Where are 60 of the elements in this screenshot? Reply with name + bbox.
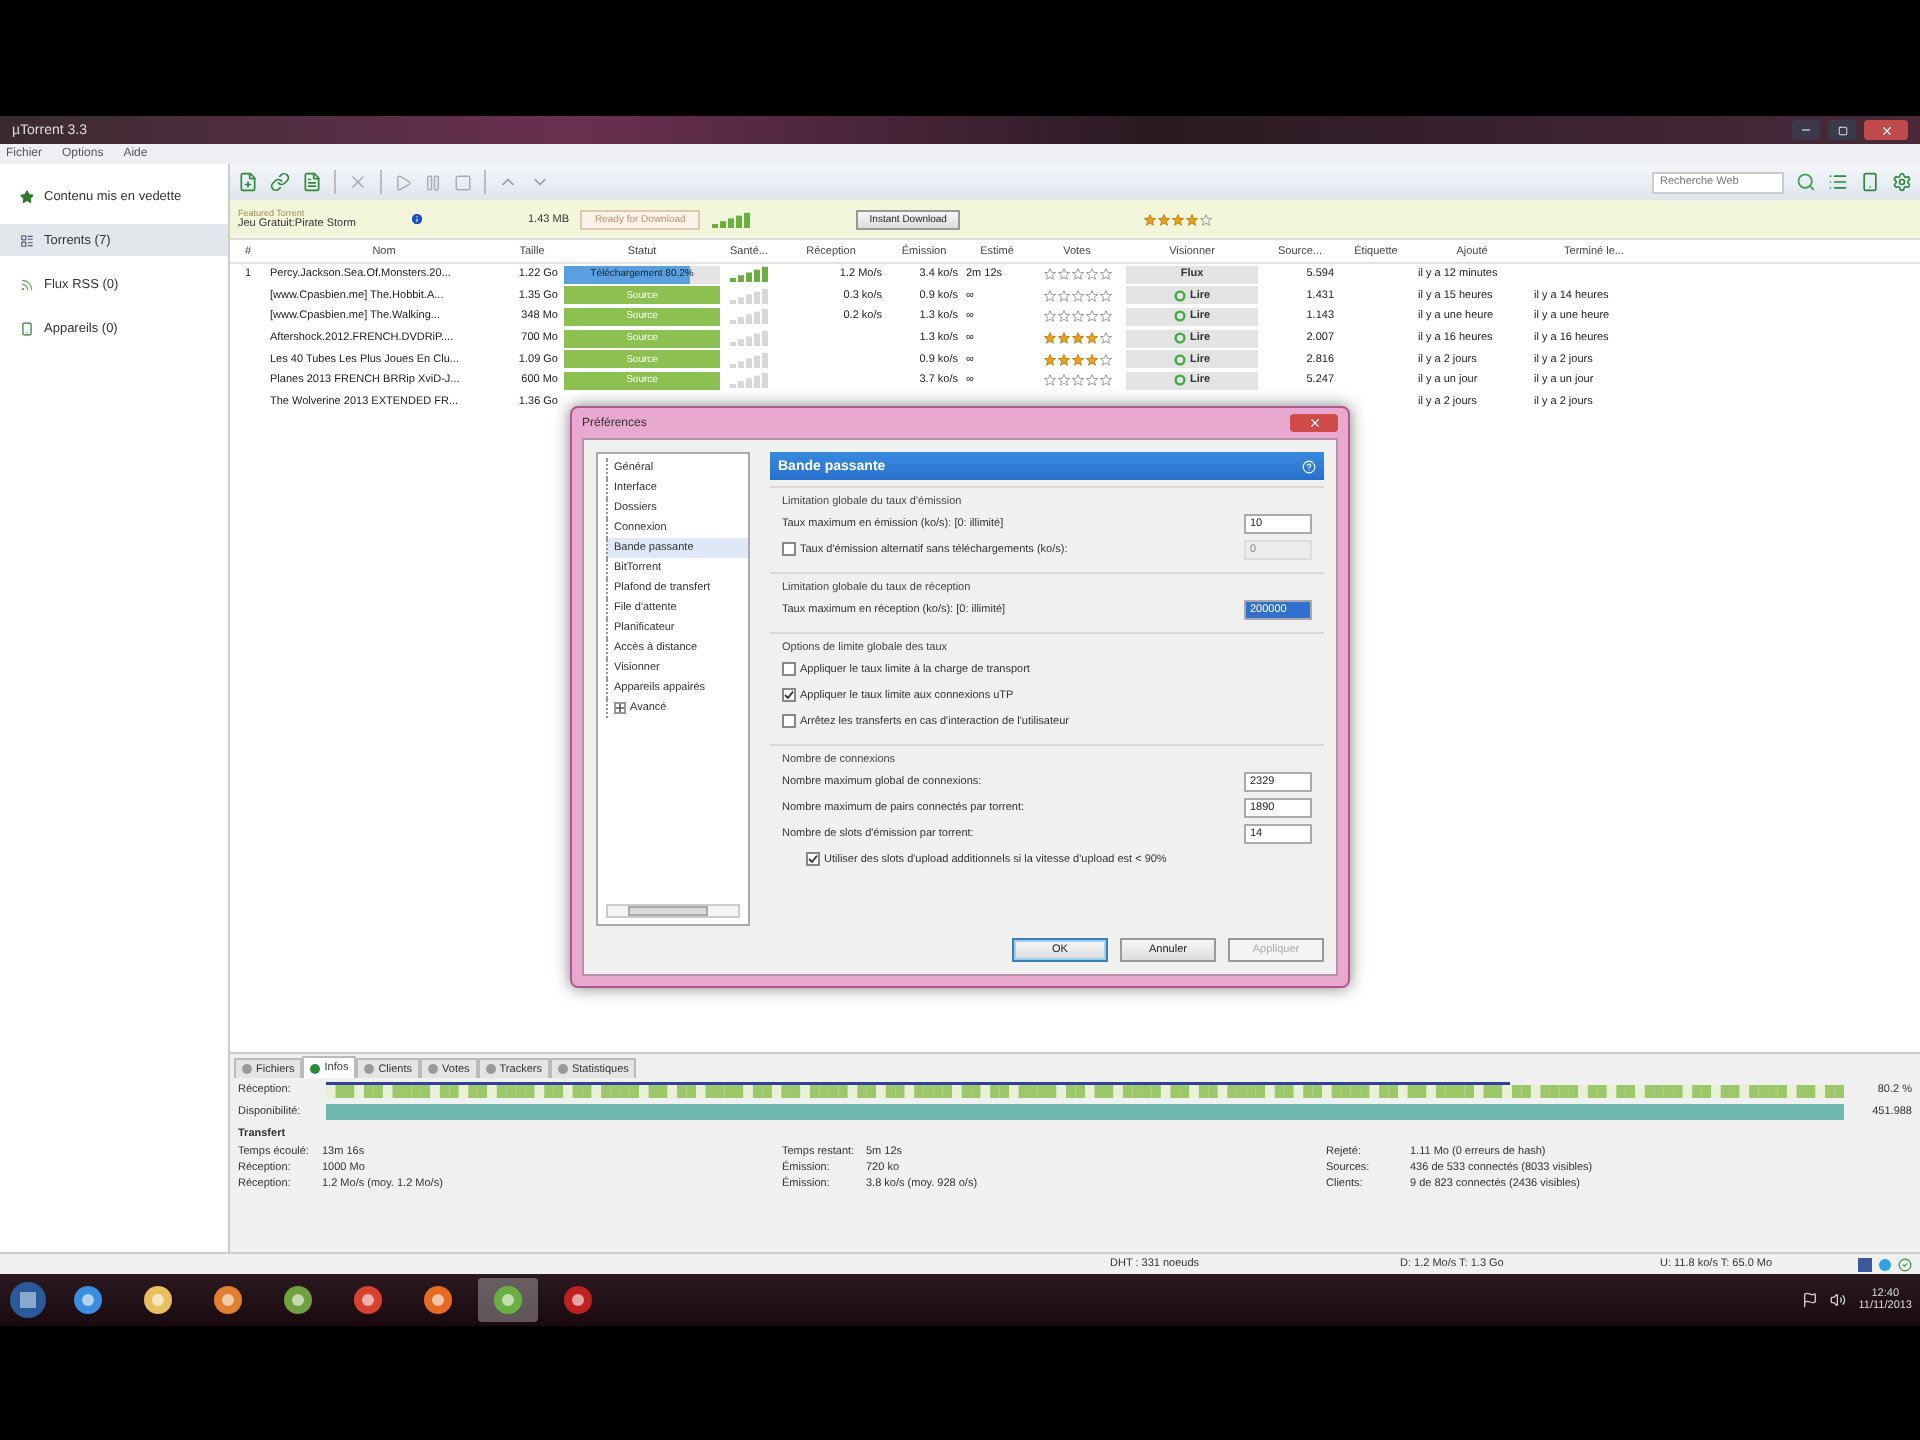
app-icon: [282, 1284, 314, 1316]
signal-bars-icon: [729, 330, 769, 347]
signal-bars-icon: [711, 211, 752, 227]
minimize-button[interactable]: [1792, 120, 1820, 140]
close-button[interactable]: [1290, 414, 1338, 432]
phone-icon: [20, 321, 34, 335]
signal-bars-icon: [729, 266, 769, 283]
search-icon[interactable]: [1796, 172, 1816, 192]
app-icon: [492, 1284, 524, 1316]
info-icon: [410, 212, 424, 226]
scrollbar[interactable]: [606, 904, 740, 918]
phone-icon[interactable]: [1860, 172, 1880, 192]
maximize-button[interactable]: [1828, 120, 1856, 140]
app-icon: [352, 1284, 384, 1316]
checkbox[interactable]: [782, 714, 796, 728]
add-file-icon[interactable]: [238, 172, 258, 192]
circle-icon: [1173, 353, 1186, 366]
check-icon: [1898, 1257, 1912, 1271]
pause-icon[interactable]: [424, 173, 442, 191]
dot-icon: [428, 1064, 439, 1074]
play-icon[interactable]: [394, 173, 412, 191]
speaker-icon: [1830, 1292, 1847, 1308]
app-icon: [422, 1284, 454, 1316]
circle-icon: [1173, 374, 1186, 387]
help-icon[interactable]: [1302, 459, 1316, 473]
close-icon: [1307, 416, 1321, 430]
minimize-icon: [1800, 124, 1812, 136]
flag-icon: [1802, 1292, 1819, 1308]
dot-icon: [310, 1063, 321, 1073]
dot-icon: [557, 1064, 568, 1074]
signal-bars-icon: [729, 372, 769, 389]
circle-icon: [1173, 332, 1186, 345]
circle-icon: [1173, 289, 1186, 302]
signal-bars-icon: [729, 287, 769, 304]
signal-bars-icon: [729, 308, 769, 325]
dot-icon: [242, 1064, 252, 1074]
link-icon[interactable]: [270, 172, 290, 192]
circle-icon: [1173, 310, 1186, 323]
close-icon[interactable]: [348, 172, 368, 192]
app-icon: [562, 1284, 594, 1316]
stop-icon[interactable]: [454, 173, 472, 191]
checkbox[interactable]: [782, 662, 796, 676]
expand-icon[interactable]: [614, 702, 626, 714]
document-icon[interactable]: [302, 172, 322, 192]
app-icon: [212, 1284, 244, 1316]
maximize-icon: [1837, 125, 1847, 135]
dot-icon: [485, 1064, 496, 1074]
checkbox[interactable]: [806, 852, 820, 866]
start-button[interactable]: [8, 1280, 48, 1320]
app-icon: [72, 1284, 104, 1316]
list-icon: [20, 233, 34, 247]
signal-bars-icon: [729, 351, 769, 368]
settings-icon[interactable]: [1892, 172, 1912, 192]
dot-icon: [364, 1064, 375, 1074]
list-icon[interactable]: [1828, 172, 1848, 192]
checkbox[interactable]: [782, 688, 796, 702]
app-icon: [142, 1284, 174, 1316]
star-icon: [20, 189, 34, 203]
rss-icon: [20, 277, 34, 291]
close-icon: [1879, 123, 1893, 137]
